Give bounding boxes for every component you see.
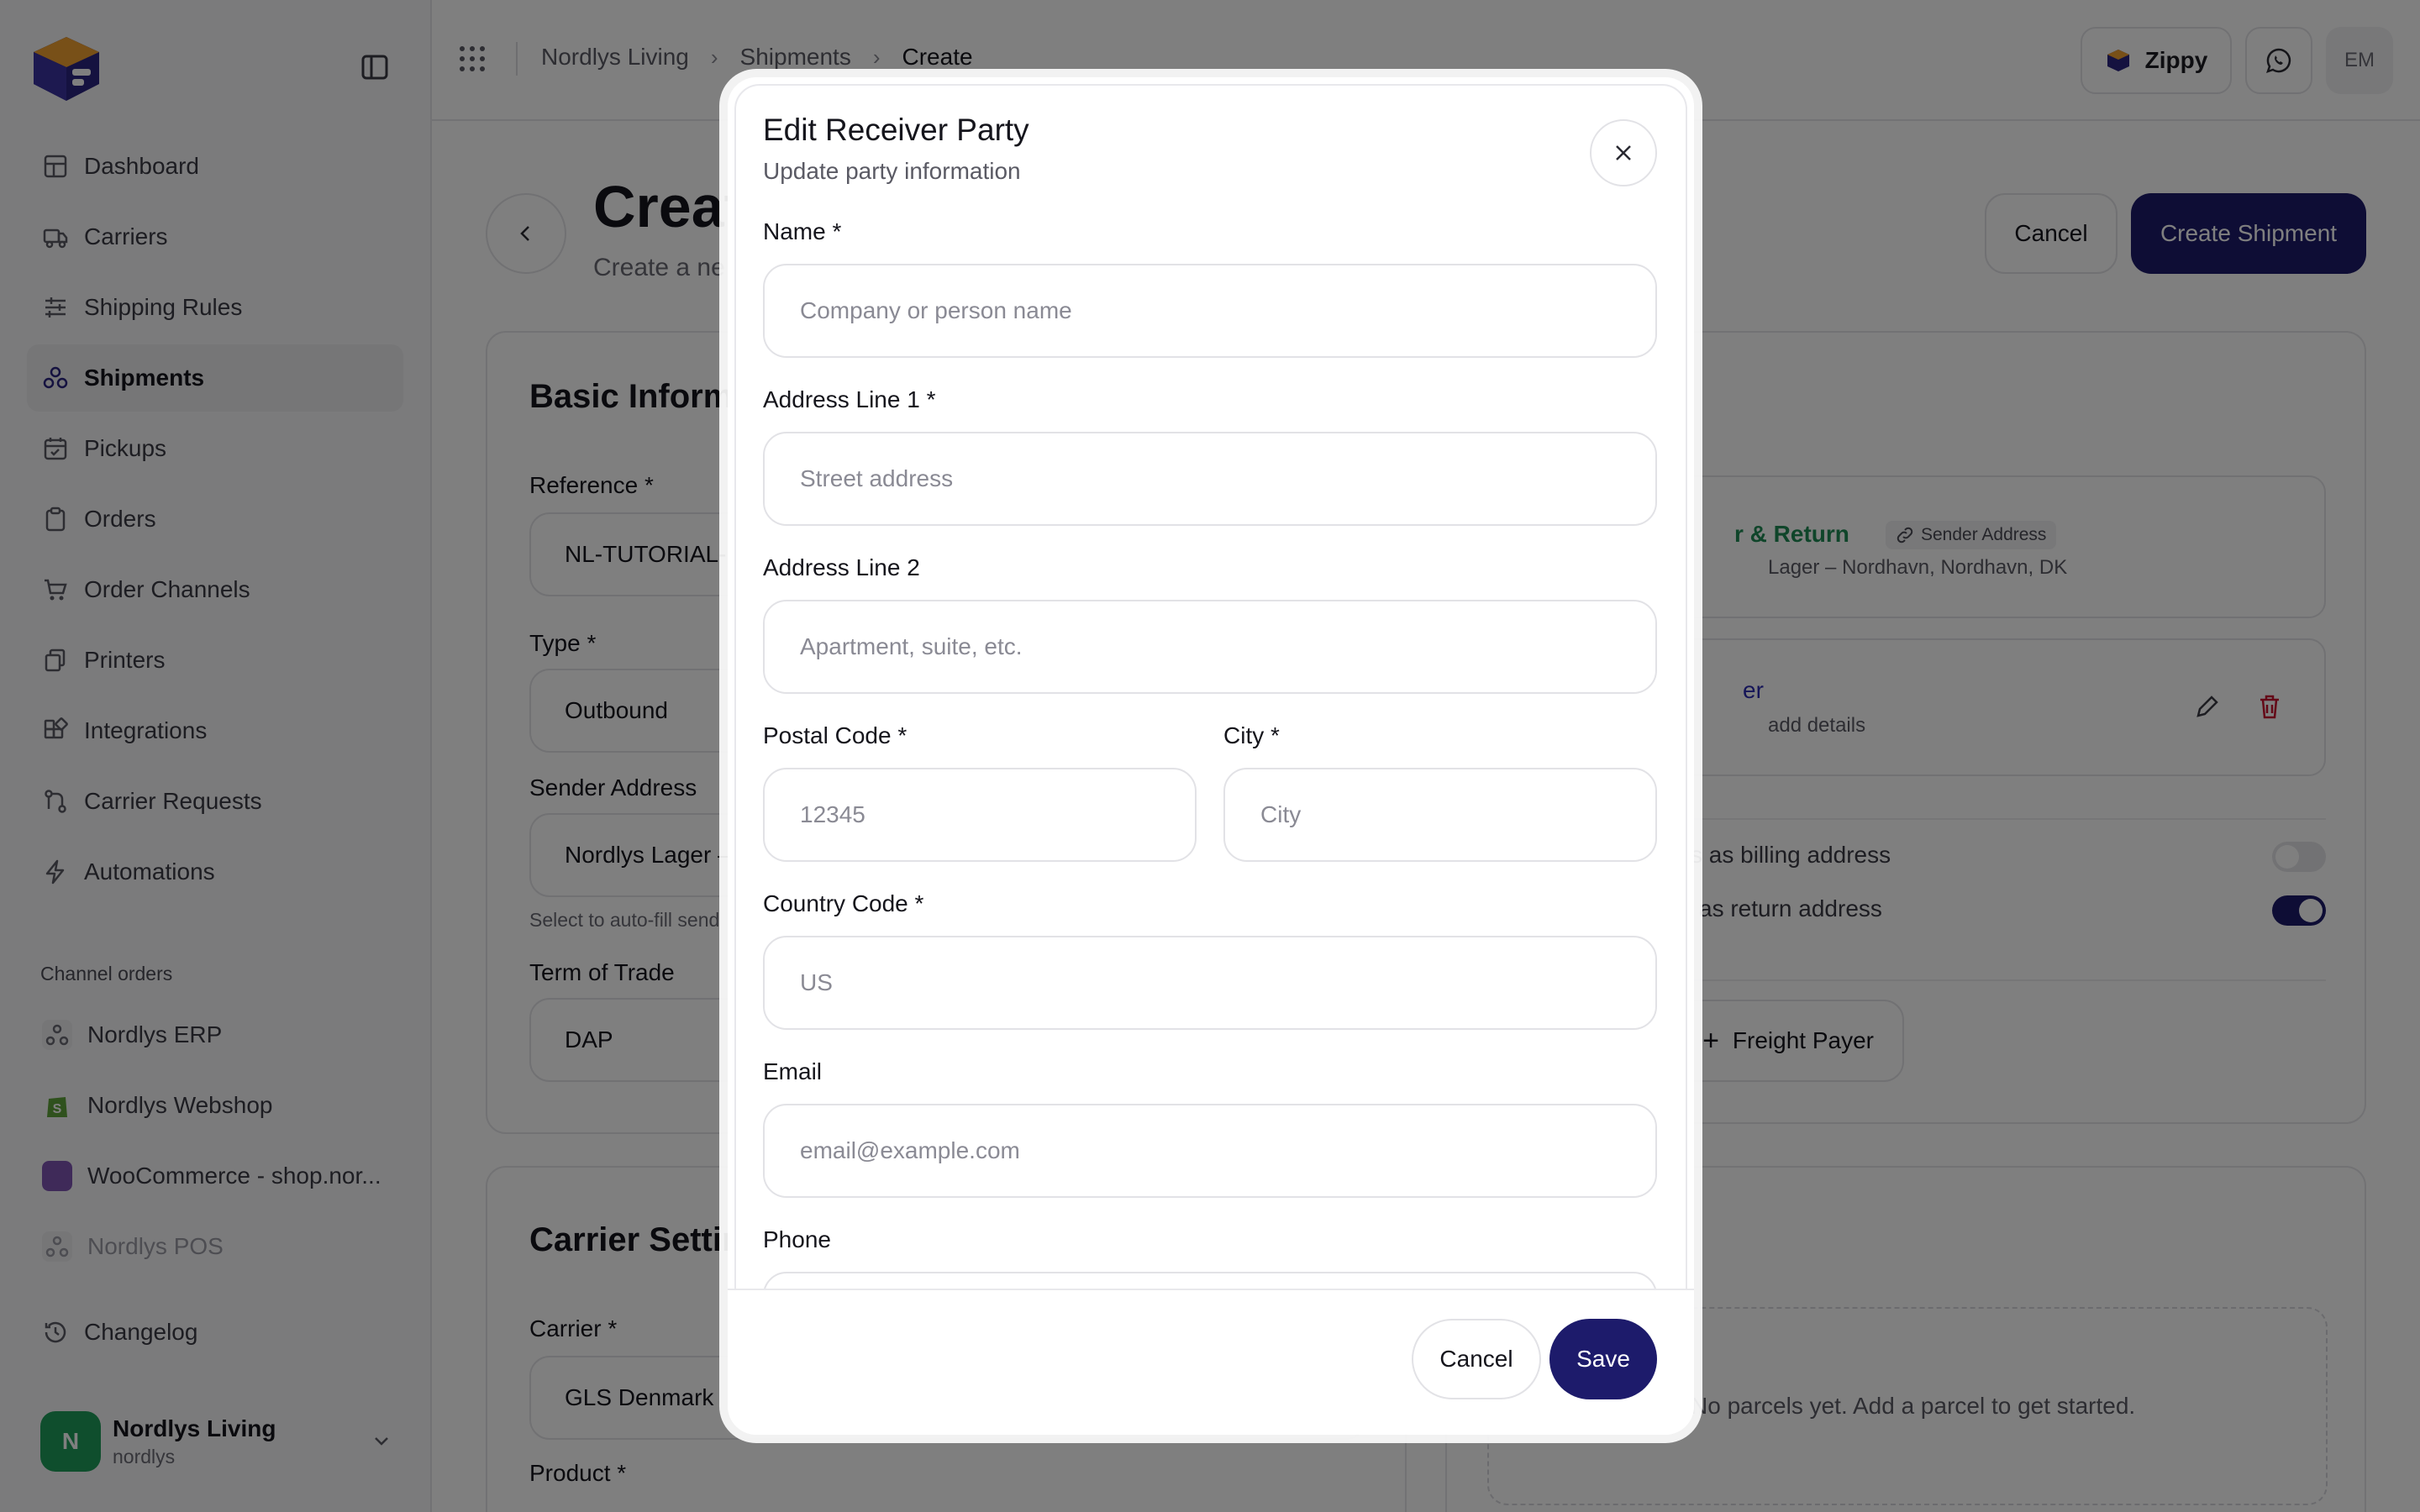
address-line-2-input[interactable] bbox=[763, 600, 1657, 694]
dialog-subtitle: Update party information bbox=[763, 158, 1021, 184]
address-line-2-label: Address Line 2 bbox=[763, 554, 920, 580]
email-label: Email bbox=[763, 1058, 823, 1084]
edit-receiver-party-dialog: Edit Receiver Party Update party informa… bbox=[728, 77, 1694, 1435]
city-input[interactable] bbox=[1223, 768, 1657, 862]
address-line-1-input[interactable] bbox=[763, 432, 1657, 526]
postal-code-input[interactable] bbox=[763, 768, 1197, 862]
name-label: Name * bbox=[763, 218, 842, 244]
name-input[interactable] bbox=[763, 264, 1657, 358]
postal-code-label: Postal Code * bbox=[763, 722, 908, 748]
country-code-input[interactable] bbox=[763, 936, 1657, 1030]
city-label: City * bbox=[1223, 722, 1280, 748]
close-button[interactable] bbox=[1590, 119, 1657, 186]
dialog-title: Edit Receiver Party bbox=[763, 113, 1029, 147]
phone-label: Phone bbox=[763, 1226, 831, 1252]
country-code-label: Country Code * bbox=[763, 890, 924, 916]
address-line-1-label: Address Line 1 * bbox=[763, 386, 936, 412]
close-icon bbox=[1616, 145, 1631, 160]
save-button[interactable]: Save bbox=[1549, 1319, 1657, 1399]
email-input[interactable] bbox=[763, 1104, 1657, 1198]
dialog-cancel-button[interactable]: Cancel bbox=[1412, 1319, 1541, 1399]
